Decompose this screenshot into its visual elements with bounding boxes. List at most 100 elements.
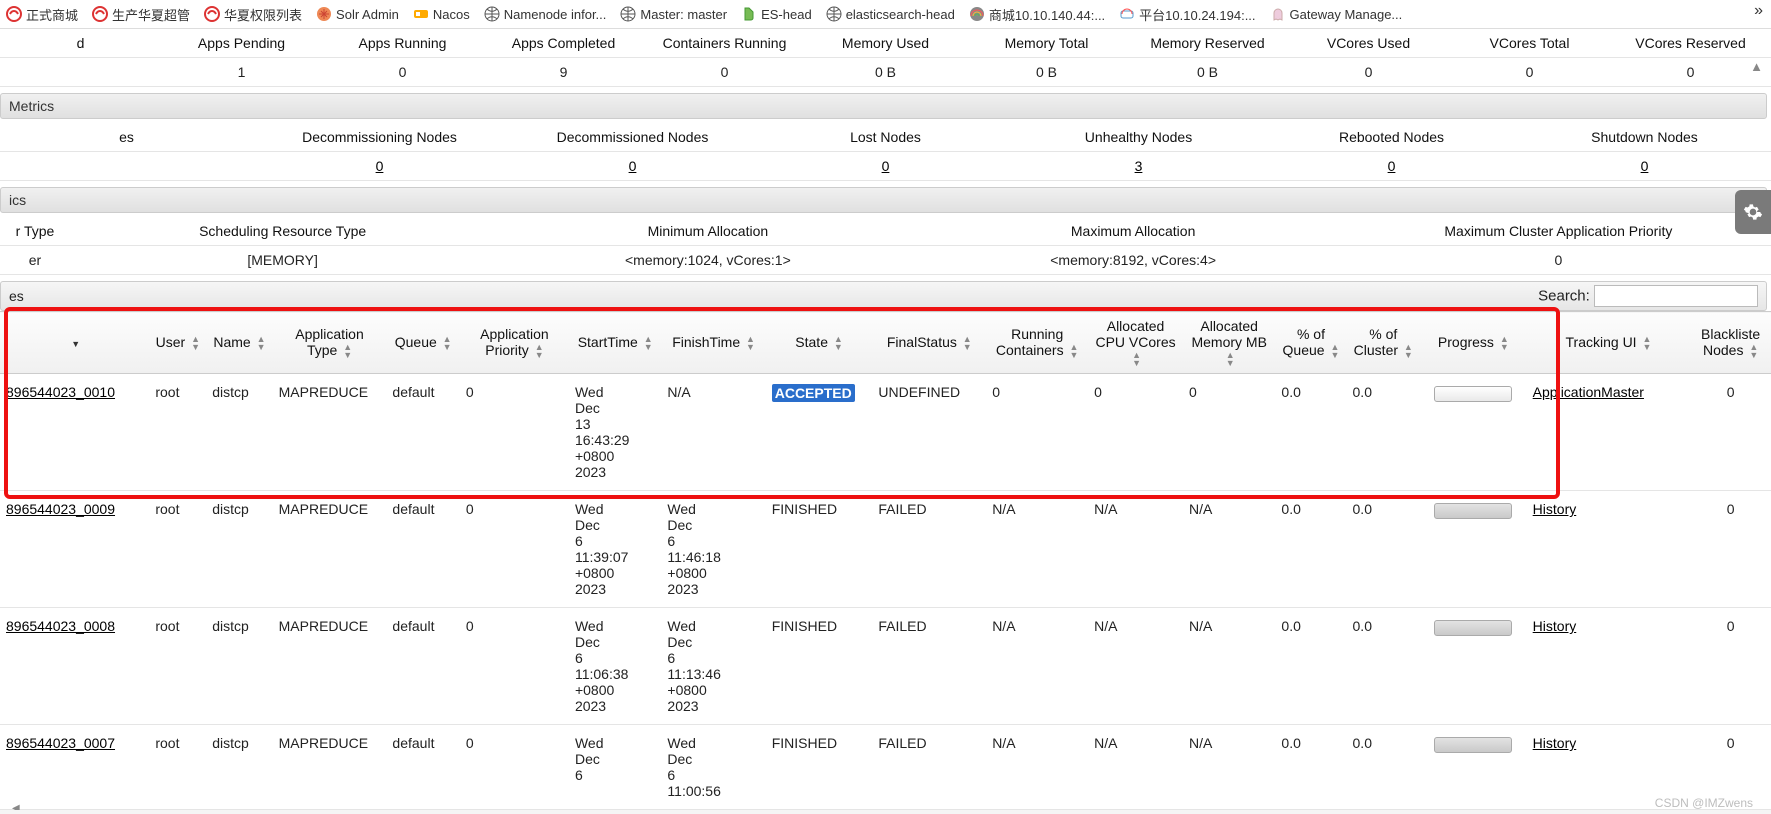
metric-link[interactable]: 0 [376,158,384,174]
tracking-link[interactable]: History [1533,735,1577,751]
bookmark-overflow-icon[interactable]: » [1754,2,1763,20]
bookmark-bar: 正式商城生产华夏超管 华夏权限列表 Solr Admin Nacos Namenode … [0,0,1771,29]
cell: WedDec611:46:18+08002023 [661,491,765,608]
settings-gear-button[interactable] [1735,190,1771,234]
sort-icon: ▲▼ [1404,343,1413,359]
gear-icon [1743,202,1763,222]
col-header: Maximum Allocation [921,217,1346,246]
bookmark-item[interactable]: Nacos [413,6,470,22]
bookmark-item[interactable]: 生产华夏超管 [92,5,190,24]
apps-col-header[interactable]: Allocated CPU VCores ▲▼ [1088,312,1183,374]
cell: WedDec1316:43:29+08002023 [569,374,661,491]
apps-col-header[interactable]: ▼ [0,312,149,374]
cell: ApplicationMaster [1527,374,1691,491]
cell: distcp [206,608,272,725]
bookmark-item[interactable]: 平台10.10.24.194:... [1119,5,1255,24]
cell: 0 [460,491,569,608]
cell: 0 [1088,374,1183,491]
metric-link[interactable]: 0 [1388,158,1396,174]
cell: N/A [661,374,765,491]
bookmark-item[interactable]: 正式商城 [6,5,78,24]
search-input[interactable] [1594,285,1758,307]
tracking-link[interactable]: History [1533,501,1577,517]
metric-link[interactable]: 0 [1641,158,1649,174]
cell: 0.0 [1275,608,1346,725]
cell [1420,491,1527,608]
sort-icon: ▼ [71,340,80,348]
tracking-link[interactable]: ApplicationMaster [1533,384,1644,400]
cell: 0.0 [1347,491,1420,608]
col-header: Memory Reserved [1127,29,1288,58]
sort-icon: ▲▼ [1642,335,1651,351]
bookmark-item[interactable]: Gateway Manage... [1270,6,1403,22]
apps-col-header[interactable]: Application Priority ▲▼ [460,312,569,374]
cell [1420,374,1527,491]
apps-col-header[interactable]: Application Type ▲▼ [273,312,387,374]
apps-col-header[interactable]: Blackliste Nodes ▲▼ [1690,312,1771,374]
tracking-link[interactable]: History [1533,618,1577,634]
metric-link[interactable]: 3 [1135,158,1143,174]
apps-col-header[interactable]: Running Containers ▲▼ [986,312,1088,374]
apps-col-header[interactable]: State ▲▼ [766,312,873,374]
bookmark-item[interactable]: Namenode infor... [484,6,607,22]
col-header: Unhealthy Nodes [1012,123,1265,152]
bookmark-item[interactable]: elasticsearch-head [826,6,955,22]
application-id-link[interactable]: 896544023_0008 [6,618,115,634]
apps-col-header[interactable]: StartTime ▲▼ [569,312,661,374]
scroll-up-icon[interactable]: ▲ [1750,59,1763,74]
apps-col-header[interactable]: FinalStatus ▲▼ [872,312,986,374]
sort-icon: ▲▼ [1330,343,1339,359]
apps-col-header[interactable]: Queue ▲▼ [386,312,459,374]
apps-col-header[interactable]: Progress ▲▼ [1420,312,1527,374]
bookmark-item[interactable]: 华夏权限列表 [204,5,302,24]
col-header: Memory Total [966,29,1127,58]
cell: 0 [1690,374,1771,491]
metric-link[interactable]: 0 [882,158,890,174]
application-id-link[interactable]: 896544023_0007 [6,735,115,751]
table-row: 896544023_0007rootdistcpMAPREDUCEdefault… [0,725,1771,810]
bookmark-item[interactable]: 商城10.10.140.44:... [969,5,1105,24]
bookmark-label: 华夏权限列表 [224,5,302,24]
cell: default [386,374,459,491]
cell: 0 [644,58,805,87]
cell: root [149,608,206,725]
sort-icon: ▲▼ [1749,343,1758,359]
scrollbar-left-icon[interactable] [12,798,22,808]
cell: FAILED [872,608,986,725]
cell: WedDec611:39:07+08002023 [569,491,661,608]
sort-icon: ▲▼ [1226,351,1235,367]
application-id-link[interactable]: 896544023_0010 [6,384,115,400]
cell: N/A [1183,608,1275,725]
apps-table: ▼ User ▲▼Name ▲▼Application Type ▲▼Queue … [0,311,1771,810]
bookmark-item[interactable]: ES-head [741,6,812,22]
apps-col-header[interactable]: % of Cluster ▲▼ [1347,312,1420,374]
apps-col-header[interactable]: Name ▲▼ [206,312,272,374]
metric-link[interactable]: 0 [629,158,637,174]
sort-icon: ▲▼ [535,343,544,359]
col-header: Decommissioning Nodes [253,123,506,152]
cell: N/A [986,491,1088,608]
apps-col-header[interactable]: Tracking UI ▲▼ [1527,312,1691,374]
apps-col-header[interactable]: FinishTime ▲▼ [661,312,765,374]
cell: 0 [1518,152,1771,181]
bookmark-item[interactable]: Master: master [620,6,727,22]
cell: 0 [986,374,1088,491]
cell: FINISHED [766,491,873,608]
cell: 896544023_0008 [0,608,149,725]
application-id-link[interactable]: 896544023_0009 [6,501,115,517]
apps-toolbar: es Search: [0,281,1767,311]
apps-col-header[interactable]: Allocated Memory MB ▲▼ [1183,312,1275,374]
bookmark-item[interactable]: Solr Admin [316,6,399,22]
cell: N/A [986,608,1088,725]
bookmark-label: Solr Admin [336,7,399,22]
cell: N/A [1088,725,1183,810]
footer-watermark: CSDN @IMZwens [1655,796,1753,810]
cell: 0 [460,725,569,810]
apps-col-header[interactable]: % of Queue ▲▼ [1275,312,1346,374]
col-header: Apps Pending [161,29,322,58]
cell: default [386,491,459,608]
sort-icon: ▲▼ [746,335,755,351]
apps-col-header[interactable]: User ▲▼ [149,312,206,374]
cell: History [1527,608,1691,725]
bookmark-icon [92,6,108,22]
